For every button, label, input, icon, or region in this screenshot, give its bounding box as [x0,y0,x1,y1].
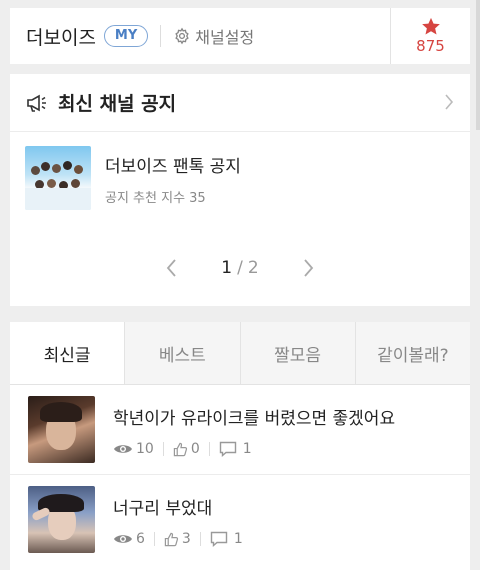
thumbs-up-icon [173,442,187,456]
pager: 1 / 2 [10,258,470,278]
post-title: 학년이가 유라이크를 버렸으면 좋겠어요 [113,409,396,429]
post-item[interactable]: 너구리 부었대 6 3 1 [10,475,470,565]
my-badge[interactable]: MY [103,25,149,47]
view-count-value: 6 [136,531,145,547]
comment-icon [219,441,236,457]
divider [160,25,162,47]
post-thumbnail [28,396,95,463]
notice-item[interactable]: 더보이즈 팬톡 공지 공지 추천 지수 35 [10,132,470,210]
notice-title: 최신 채널 공지 [58,93,177,115]
gear-icon [175,27,190,45]
comment-count-value: 1 [242,441,252,457]
comment-count: 1 [210,531,243,547]
scrollbar[interactable] [476,0,480,130]
page: 더보이즈 MY 채널설정 875 최신 채널 공지 더보이즈 팬톡 공지 공지 … [0,0,480,570]
tab-bar: 최신글 베스트 짤모음 같이볼래? [10,322,470,385]
eye-icon [114,535,132,543]
pager-total: 2 [247,258,259,278]
post-info: 너구리 부었대 6 3 1 [113,486,243,565]
eye-icon [114,445,132,453]
like-count-value: 0 [190,441,200,457]
next-page-button[interactable] [303,259,314,277]
channel-name[interactable]: 더보이즈 [26,23,96,50]
chevron-right-icon[interactable] [444,94,454,110]
notice-card: 최신 채널 공지 더보이즈 팬톡 공지 공지 추천 지수 35 1 / 2 [10,74,470,306]
notice-item-title: 더보이즈 팬톡 공지 [105,157,241,177]
chevron-right-icon [304,259,313,277]
megaphone-icon [27,94,46,112]
star-count: 875 [416,37,445,55]
comment-count-value: 1 [233,531,243,547]
star-button[interactable]: 875 [390,8,470,64]
post-info: 학년이가 유라이크를 버렸으면 좋겠어요 10 0 1 [113,396,395,474]
channel-settings-label: 채널설정 [195,28,255,47]
star-icon [421,17,440,35]
like-count-value: 3 [181,531,191,547]
tab-watch-together[interactable]: 같이볼래? [354,322,470,384]
view-count: 10 [113,441,154,457]
prev-page-button[interactable] [166,259,177,277]
view-count: 6 [113,531,145,547]
notice-header[interactable]: 최신 채널 공지 [10,74,470,132]
comment-icon [210,531,228,547]
posts-card: 최신글 베스트 짤모음 같이볼래? 학년이가 유라이크를 버렸으면 좋겠어요 1… [10,322,470,570]
post-item[interactable]: 학년이가 유라이크를 버렸으면 좋겠어요 10 0 1 [10,385,470,475]
pager-current: 1 [221,258,233,278]
post-thumbnail [28,486,95,553]
notice-item-text: 더보이즈 팬톡 공지 공지 추천 지수 35 [105,146,241,210]
post-title: 너구리 부었대 [113,499,213,519]
thumbs-up-icon [164,532,179,546]
view-count-value: 10 [136,441,154,457]
post-stats: 6 3 1 [113,531,243,547]
notice-item-meta: 공지 추천 지수 35 [105,191,206,206]
channel-settings-button[interactable]: 채널설정 [173,24,254,48]
tab-best[interactable]: 베스트 [124,322,240,384]
chevron-left-icon [167,259,176,277]
pager-separator: / [237,258,243,278]
notice-thumbnail [25,146,91,210]
channel-header: 더보이즈 MY 채널설정 875 [10,8,470,64]
like-count: 3 [164,531,191,547]
like-count: 0 [173,441,200,457]
comment-count: 1 [219,441,252,457]
tab-pics[interactable]: 짤모음 [239,322,355,384]
post-stats: 10 0 1 [113,441,395,457]
tab-latest[interactable]: 최신글 [10,322,125,384]
